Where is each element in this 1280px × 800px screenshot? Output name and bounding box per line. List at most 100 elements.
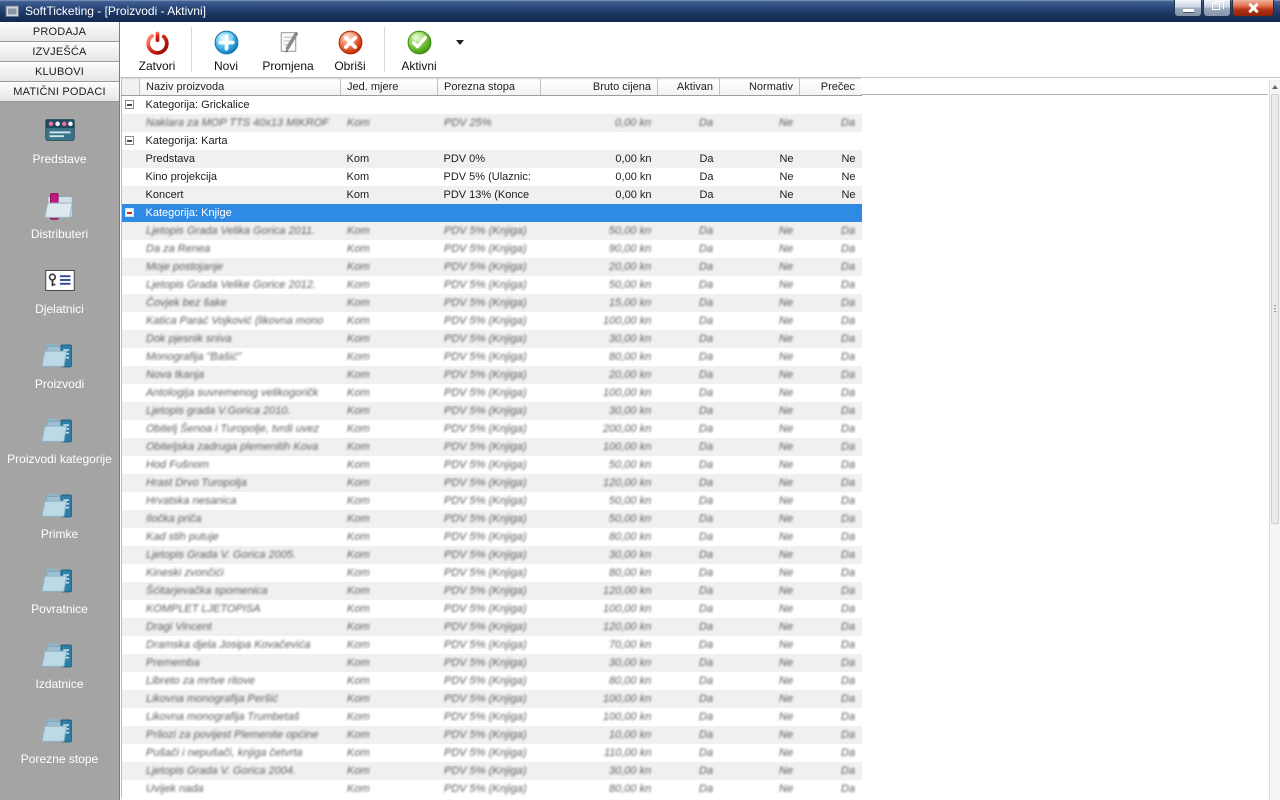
product-row[interactable]: Predstava Kom PDV 0% 0,00 kn Da Ne Ne: [121, 149, 862, 168]
product-row[interactable]: Antologija suvremenog velikogoričk Kom PDV…: [122, 384, 862, 402]
product-row[interactable]: Kad stih putuje Kom PDV 5% (Knjiga) 80,00 k…: [122, 528, 862, 546]
sidebar-section-izvjesca[interactable]: IZVJEŠĆA: [0, 42, 119, 62]
sidebar-item-distributeri[interactable]: Distributeri: [0, 186, 119, 261]
product-row[interactable]: Koncert Kom PDV 13% (Konce 0,00 kn Da Ne Ne: [121, 185, 862, 204]
edit-button[interactable]: Promjena: [257, 22, 319, 77]
sidebar-section-klubovi[interactable]: KLUBOVI: [0, 62, 119, 82]
column-header-precec[interactable]: Prečec: [799, 78, 862, 96]
product-row[interactable]: Ljetopis Grada V. Gorica 2005. Kom PDV 5% …: [121, 545, 862, 564]
vertical-scrollbar[interactable]: [1269, 80, 1280, 800]
active-cell: Da: [698, 584, 715, 597]
column-header-normativ[interactable]: Normativ: [719, 78, 800, 96]
scroll-up-icon[interactable]: [1270, 82, 1280, 92]
row-gutter: [122, 708, 140, 726]
shortcut-cell: Da: [840, 566, 857, 579]
product-row[interactable]: Hrvatska nesanica Kom PDV 5% (Knjiga) 50,00…: [122, 492, 862, 510]
row-gutter: [122, 150, 140, 168]
product-row[interactable]: Obitelj Šenoa i Turopolje, tvrdi uvez Kom…: [122, 420, 862, 438]
shortcut-cell: Da: [840, 260, 857, 273]
product-row[interactable]: Dragi Vincent Kom PDV 5% (Knjiga) 120,00 kn…: [121, 617, 862, 636]
product-row[interactable]: Hod Fušnom Kom PDV 5% (Knjiga) 50,00 kn Da Ne…: [122, 456, 862, 474]
unit-cell: Kom: [345, 692, 371, 705]
new-button[interactable]: Novi: [195, 22, 257, 77]
product-row[interactable]: Nova tkanja Kom PDV 5% (Knjiga) 20,00 kn Da N…: [121, 365, 862, 384]
product-row[interactable]: Pušači i nepušači, knjiga četvrta Kom PDV …: [122, 744, 862, 762]
product-row[interactable]: Kino projekcija Kom PDV 5% (Ulaznic: 0,00 k…: [122, 168, 862, 186]
sidebar-item-label: Izdatnice: [35, 677, 84, 691]
product-row[interactable]: Kineski zvončići Kom PDV 5% (Knjiga) 80,00 …: [122, 564, 862, 582]
product-row[interactable]: Naklara za MOP TTS 40x13 MIKROF Kom PDV 25…: [121, 113, 862, 132]
category-row[interactable]: Kategorija: Grickalice: [121, 95, 862, 114]
normativ-cell: Ne: [778, 512, 795, 525]
product-row[interactable]: Iločka priča Kom PDV 5% (Knjiga) 50,00 kn Da…: [121, 509, 862, 528]
product-row[interactable]: Monografija "Bašić" Kom PDV 5% (Knjiga) 80,…: [122, 348, 862, 366]
sidebar-section-maticni-podaci[interactable]: MATIČNI PODACI: [0, 82, 119, 102]
shortcut-cell: Da: [840, 512, 857, 525]
tax-cell: PDV 5% (Knjiga): [442, 548, 527, 561]
product-row[interactable]: KOMPLET LJETOPISA Kom PDV 5% (Knjiga) 100,0…: [122, 600, 862, 618]
product-row[interactable]: Dok pjesnik sniva Kom PDV 5% (Knjiga) 30,00…: [121, 329, 862, 348]
folder-docs-icon: [41, 711, 79, 749]
product-row[interactable]: Uvijek nada Kom PDV 5% (Knjiga) 80,00 kn Da N…: [122, 780, 862, 798]
category-row-selected[interactable]: Kategorija: Knjige: [121, 203, 862, 222]
sidebar-item-proizvodi[interactable]: Proizvodi: [0, 336, 119, 411]
collapse-minus-icon[interactable]: [125, 100, 134, 110]
sidebar-section-prodaja[interactable]: PRODAJA: [0, 22, 119, 42]
product-row[interactable]: Ljetopis Grada Velika Gorica 2011. Kom PDV…: [121, 221, 862, 240]
minimize-button[interactable]: [1174, 0, 1202, 17]
product-row[interactable]: Ljetopis Grada Velike Gorice 2012. Kom PDV…: [122, 276, 862, 294]
tax-cell: PDV 5% (Knjiga): [442, 458, 527, 471]
product-row[interactable]: Likovna monografija Trumbetaš Kom PDV 5% (…: [122, 708, 862, 726]
column-header-bruto-cijena[interactable]: Bruto cijena: [540, 78, 658, 96]
product-row[interactable]: Dramska djela Josipa Kovačevića Kom PDV 5%…: [122, 636, 862, 654]
unit-cell: Kom: [345, 620, 371, 633]
product-name-cell: Pušači i nepušači, knjiga četvrta: [144, 746, 303, 759]
delete-button[interactable]: Obriši: [319, 22, 381, 77]
active-cell: Da: [698, 350, 715, 363]
product-row[interactable]: Likovna monografija Peršić Kom PDV 5% (Knj…: [121, 689, 862, 708]
active-cell: Da: [698, 332, 715, 345]
sidebar-item-porezne-stope[interactable]: Porezne stope: [0, 711, 119, 786]
active-cell: Da: [698, 116, 715, 129]
sidebar-item-izdatnice[interactable]: Izdatnice: [0, 636, 119, 711]
product-row[interactable]: Ljetopis grada V.Gorica 2010. Kom PDV 5% (…: [121, 401, 862, 420]
active-cell: Da: [698, 746, 715, 759]
active-cell: Da: [699, 152, 714, 165]
row-gutter: [122, 618, 140, 636]
product-row[interactable]: Obiteljska zadruga plemenitih Kova Kom PDV…: [121, 437, 862, 456]
product-row[interactable]: Libreto za mrtve ritove Kom PDV 5% (Knjiga…: [122, 672, 862, 690]
product-row[interactable]: Prilozi za povijest Plemenite općine Kom P…: [121, 725, 862, 744]
sidebar-item-primke[interactable]: Primke: [0, 486, 119, 561]
restore-button[interactable]: [1203, 0, 1231, 17]
collapse-minus-icon[interactable]: [125, 136, 134, 146]
category-row[interactable]: Kategorija: Karta: [121, 131, 862, 150]
collapse-minus-icon[interactable]: [125, 208, 134, 218]
scrollbar-thumb[interactable]: [1271, 94, 1279, 524]
sidebar-item-povratnice[interactable]: Povratnice: [0, 561, 119, 636]
normativ-cell: Ne: [778, 710, 795, 723]
product-row[interactable]: Hrast Drvo Turopolja Kom PDV 5% (Knjiga) 12…: [121, 473, 862, 492]
tax-cell: PDV 5% (Knjiga): [442, 386, 527, 399]
product-row[interactable]: Čovjek bez šake Kom PDV 5% (Knjiga) 15,00 k…: [121, 293, 862, 312]
product-row[interactable]: Da za Renea Kom PDV 5% (Knjiga) 90,00 kn Da N…: [122, 240, 862, 258]
product-row[interactable]: Katica Parać Vojković (likovna mono Kom PD…: [122, 312, 862, 330]
column-header-aktivan[interactable]: Aktivan: [657, 78, 720, 96]
close-button[interactable]: [1232, 0, 1274, 17]
row-gutter: [122, 438, 140, 456]
column-header-jed-mjere[interactable]: Jed. mjere: [340, 78, 438, 96]
sidebar-item-djelatnici[interactable]: Djelatnici: [0, 261, 119, 336]
active-filter-dropdown[interactable]: [450, 22, 470, 77]
active-filter-button[interactable]: Aktivni: [388, 22, 450, 77]
normativ-cell: Ne: [778, 260, 795, 273]
sidebar-item-proizvodi-kategorije[interactable]: Proizvodi kategorije: [0, 411, 119, 486]
product-row[interactable]: Ljetopis Grada V. Gorica 2004. Kom PDV 5% …: [121, 761, 862, 780]
unit-cell: Kom: [345, 116, 371, 129]
sidebar-item-predstave[interactable]: Predstave: [0, 111, 119, 186]
close-view-button[interactable]: Zatvori: [126, 22, 188, 77]
product-row[interactable]: Prememba Kom PDV 5% (Knjiga) 30,00 kn Da Ne Da: [121, 653, 862, 672]
tax-cell: PDV 5% (Knjiga): [442, 746, 527, 759]
product-row[interactable]: Šćitarjevačka spomenica Kom PDV 5% (Knjiga…: [121, 581, 862, 600]
column-header-naziv[interactable]: Naziv proizvoda: [139, 78, 341, 96]
column-header-porezna-stopa[interactable]: Porezna stopa: [437, 78, 541, 96]
product-row[interactable]: Moje postojanje Kom PDV 5% (Knjiga) 20,00 k…: [121, 257, 862, 276]
